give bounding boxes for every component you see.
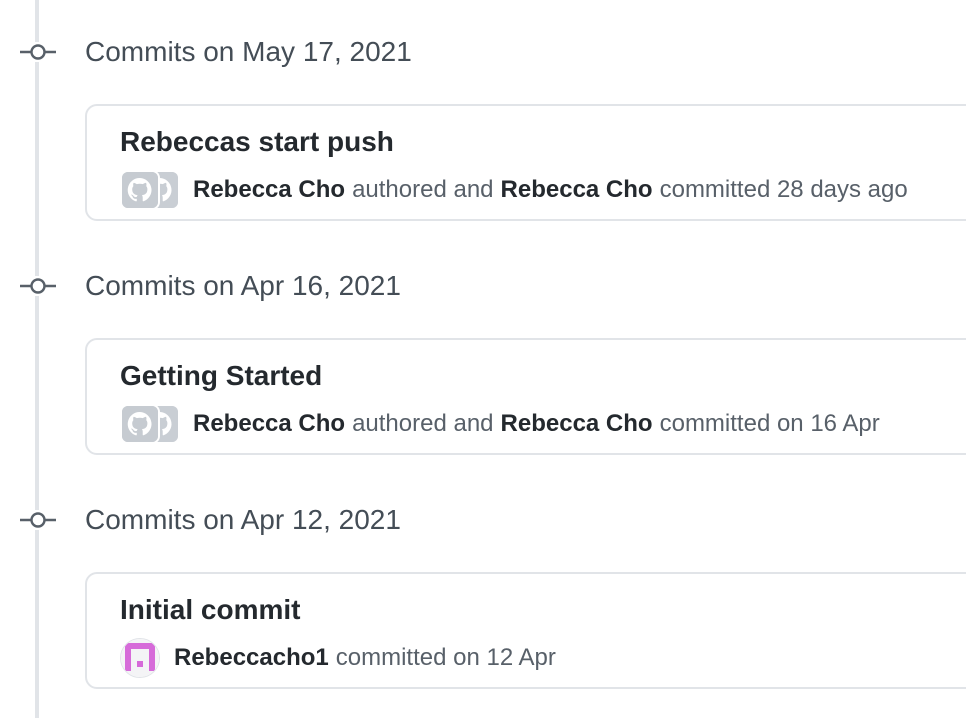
- author-link[interactable]: Rebecca Cho: [193, 410, 345, 438]
- timeline-line: [35, 0, 39, 718]
- commit-group-date: Commits on Apr 12, 2021: [85, 504, 401, 535]
- authored-text: authored and: [352, 410, 494, 437]
- commit-meta: Rebeccacho1 committed on 12 Apr: [120, 638, 556, 678]
- committed-time: committed on 12 Apr: [335, 644, 556, 671]
- avatar-stack: [120, 404, 180, 444]
- git-commit-icon: [20, 276, 56, 296]
- commit-group-header: Commits on Apr 16, 2021: [0, 266, 966, 306]
- commit-group-header: Commits on Apr 12, 2021: [0, 500, 966, 540]
- author-link[interactable]: Rebecca Cho: [193, 176, 345, 204]
- authored-text: authored and: [352, 176, 494, 203]
- avatar-stack: [120, 170, 180, 210]
- commit-group-date: Commits on May 17, 2021: [85, 36, 412, 67]
- commit-title-link[interactable]: Initial commit: [120, 594, 300, 626]
- author-avatar[interactable]: [120, 404, 160, 444]
- identicon-avatar[interactable]: [120, 638, 160, 678]
- commit-meta: Rebecca Cho authored and Rebecca Cho com…: [120, 170, 908, 210]
- commit-meta: Rebecca Cho authored and Rebecca Cho com…: [120, 404, 880, 444]
- committed-time: committed 28 days ago: [659, 176, 908, 203]
- author-avatar[interactable]: [120, 170, 160, 210]
- commit-title-link[interactable]: Getting Started: [120, 360, 322, 392]
- commit-group-date: Commits on Apr 16, 2021: [85, 270, 401, 301]
- committer-link[interactable]: Rebecca Cho: [501, 410, 653, 438]
- commit-group-header: Commits on May 17, 2021: [0, 32, 966, 72]
- git-commit-icon: [20, 510, 56, 530]
- committed-time: committed on 16 Apr: [659, 410, 880, 437]
- commit-card: Initial commit Rebeccacho1 committed on …: [85, 572, 966, 689]
- commit-card: Getting Started Rebecca Cho authored and…: [85, 338, 966, 455]
- committer-link[interactable]: Rebeccacho1: [174, 644, 329, 672]
- commit-title-link[interactable]: Rebeccas start push: [120, 126, 394, 158]
- git-commit-icon: [20, 42, 56, 62]
- committer-link[interactable]: Rebecca Cho: [501, 176, 653, 204]
- commit-card: Rebeccas start push Rebecca Cho authored…: [85, 104, 966, 221]
